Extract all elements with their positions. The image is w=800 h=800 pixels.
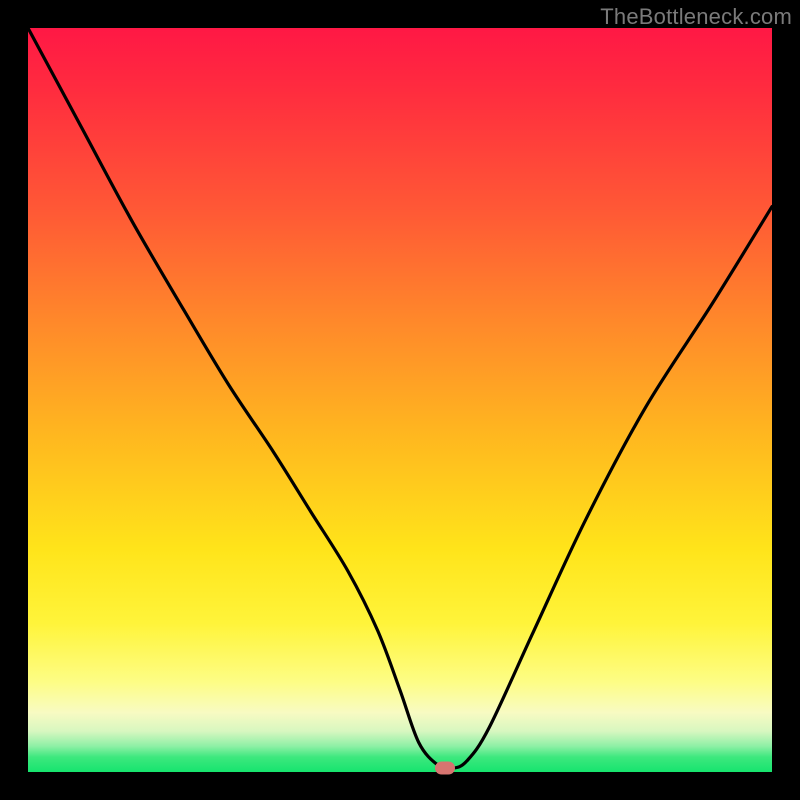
bottleneck-curve bbox=[28, 28, 772, 772]
chart-frame: TheBottleneck.com bbox=[0, 0, 800, 800]
minimum-marker bbox=[435, 762, 455, 775]
plot-area bbox=[28, 28, 772, 772]
watermark-text: TheBottleneck.com bbox=[600, 4, 792, 30]
